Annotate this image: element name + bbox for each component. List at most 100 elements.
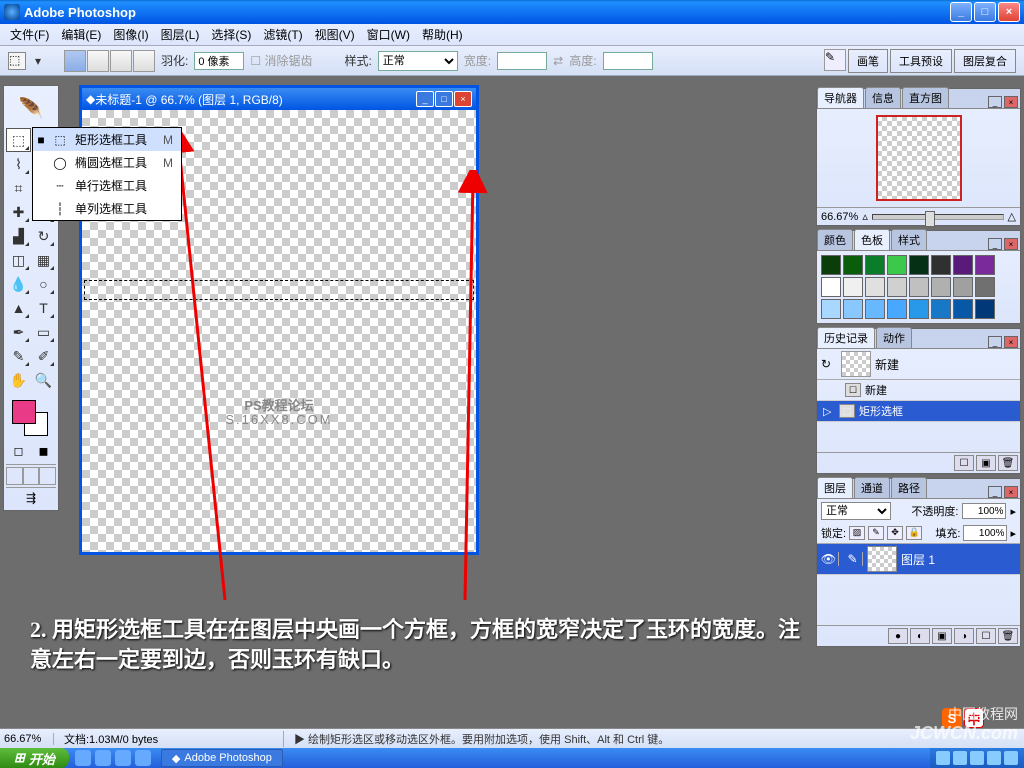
swatch[interactable]	[953, 299, 973, 319]
opacity-dropdown-icon[interactable]: ▸	[1010, 505, 1016, 518]
swatch[interactable]	[953, 277, 973, 297]
trash-icon[interactable]: 🗑	[998, 455, 1018, 471]
menu-file[interactable]: 文件(F)	[4, 24, 55, 45]
tool-crop[interactable]: ⌗	[6, 176, 31, 200]
panel-close-icon[interactable]: ×	[1004, 486, 1018, 498]
tray-icon[interactable]	[1004, 751, 1018, 765]
swatch[interactable]	[931, 255, 951, 275]
selection-add-icon[interactable]	[87, 50, 109, 72]
flyout-singlerow-marquee[interactable]: ┄ 单行选框工具	[33, 174, 181, 197]
swatch[interactable]	[975, 255, 995, 275]
brush-dock-icon[interactable]: ✎	[824, 49, 846, 71]
tab-info[interactable]: 信息	[865, 87, 901, 108]
tool-preset-dropdown-icon[interactable]: ▾	[32, 54, 44, 68]
flyout-ellipse-marquee[interactable]: ◯ 椭圆选框工具 M	[33, 151, 181, 174]
flyout-singlecol-marquee[interactable]: ┆ 单列选框工具	[33, 197, 181, 220]
panel-min-icon[interactable]: _	[988, 486, 1002, 498]
swatch[interactable]	[975, 277, 995, 297]
swatch[interactable]	[887, 299, 907, 319]
status-zoom[interactable]: 66.67%	[4, 733, 54, 745]
new-snapshot-icon[interactable]: ☐	[954, 455, 974, 471]
foreground-color[interactable]	[12, 400, 36, 424]
swatch[interactable]	[975, 299, 995, 319]
swatch[interactable]	[843, 299, 863, 319]
tool-type[interactable]: T	[31, 296, 56, 320]
swatch[interactable]	[931, 299, 951, 319]
ql-icon[interactable]	[135, 750, 151, 766]
taskbar-app[interactable]: ◆ Adobe Photoshop	[161, 749, 283, 767]
lock-paint-icon[interactable]: ✎	[868, 526, 884, 540]
layer-item[interactable]: 👁 ✎ 图层 1	[817, 544, 1020, 575]
tool-shape[interactable]: ▭	[31, 320, 56, 344]
tool-pen[interactable]: ✒	[6, 320, 31, 344]
history-item-marquee[interactable]: ▷ ⬚ 矩形选框	[817, 401, 1020, 422]
screenmode-full-icon[interactable]	[39, 467, 56, 485]
tool-history-brush[interactable]: ↻	[31, 224, 56, 248]
panel-close-icon[interactable]: ×	[1004, 238, 1018, 250]
selection-intersect-icon[interactable]	[133, 50, 155, 72]
quickmask-off-icon[interactable]: ◻	[6, 440, 31, 462]
tool-eraser[interactable]: ◫	[6, 248, 31, 272]
tool-dodge[interactable]: ○	[31, 272, 56, 296]
panel-close-icon[interactable]: ×	[1004, 336, 1018, 348]
panel-min-icon[interactable]: _	[988, 96, 1002, 108]
swatch[interactable]	[887, 277, 907, 297]
doc-maximize[interactable]: □	[435, 91, 453, 107]
layer-fx-icon[interactable]: ●	[888, 628, 908, 644]
tab-paths[interactable]: 路径	[891, 477, 927, 498]
swatch[interactable]	[909, 299, 929, 319]
document-titlebar[interactable]: ◆ 未标题-1 @ 66.7% (图层 1, RGB/8) _ □ ×	[82, 88, 476, 110]
flyout-rect-marquee[interactable]: ■ ⬚ 矩形选框工具 M	[33, 128, 181, 151]
active-layer-icon[interactable]: ✎	[843, 552, 863, 566]
opacity-input[interactable]	[962, 503, 1006, 519]
dock-tab-toolpresets[interactable]: 工具预设	[890, 49, 952, 73]
navigator-thumb[interactable]	[876, 115, 962, 201]
tool-stamp[interactable]: ▟	[6, 224, 31, 248]
window-maximize[interactable]: □	[974, 2, 996, 22]
fill-input[interactable]	[963, 525, 1007, 541]
history-item-new[interactable]: ☐ 新建	[817, 380, 1020, 401]
style-select[interactable]: 正常	[378, 51, 458, 71]
zoom-out-icon[interactable]: ▵	[862, 210, 868, 223]
status-docinfo[interactable]: 文档:1.03M/0 bytes	[64, 731, 284, 747]
tab-navigator[interactable]: 导航器	[817, 87, 864, 108]
selection-subtract-icon[interactable]	[110, 50, 132, 72]
new-set-icon[interactable]: ▣	[932, 628, 952, 644]
tool-path-select[interactable]: ▲	[6, 296, 31, 320]
tab-actions[interactable]: 动作	[876, 327, 912, 348]
window-minimize[interactable]: _	[950, 2, 972, 22]
tool-notes[interactable]: ✎	[6, 344, 31, 368]
tool-hand[interactable]: ✋	[6, 368, 31, 392]
menu-edit[interactable]: 编辑(E)	[55, 24, 107, 45]
panel-close-icon[interactable]: ×	[1004, 96, 1018, 108]
tool-gradient[interactable]: ▦	[31, 248, 56, 272]
swatch[interactable]	[865, 277, 885, 297]
swatch[interactable]	[931, 277, 951, 297]
fill-dropdown-icon[interactable]: ▸	[1010, 527, 1016, 540]
selection-new-icon[interactable]	[64, 50, 86, 72]
blend-mode-select[interactable]: 正常	[821, 502, 891, 520]
ql-icon[interactable]	[75, 750, 91, 766]
menu-help[interactable]: 帮助(H)	[416, 24, 469, 45]
tab-color[interactable]: 颜色	[817, 229, 853, 250]
panel-min-icon[interactable]: _	[988, 336, 1002, 348]
swatch[interactable]	[821, 299, 841, 319]
ql-icon[interactable]	[115, 750, 131, 766]
swatch[interactable]	[865, 255, 885, 275]
start-button[interactable]: ⊞ 开始	[0, 748, 69, 768]
feather-input[interactable]	[194, 52, 244, 70]
new-state-icon[interactable]: ▣	[976, 455, 996, 471]
tray-icon[interactable]	[970, 751, 984, 765]
new-fill-icon[interactable]: ◑	[954, 628, 974, 644]
trash-icon[interactable]: 🗑	[998, 628, 1018, 644]
tab-styles[interactable]: 样式	[891, 229, 927, 250]
screenmode-menubar-icon[interactable]	[23, 467, 40, 485]
menu-layer[interactable]: 图层(L)	[155, 24, 206, 45]
tab-channels[interactable]: 通道	[854, 477, 890, 498]
menu-filter[interactable]: 滤镜(T)	[257, 24, 308, 45]
tool-preset-icon[interactable]: ⬚	[8, 52, 26, 70]
swatch[interactable]	[909, 255, 929, 275]
new-layer-icon[interactable]: ☐	[976, 628, 996, 644]
lock-move-icon[interactable]: ✥	[887, 526, 903, 540]
layer-name[interactable]: 图层 1	[901, 551, 935, 568]
